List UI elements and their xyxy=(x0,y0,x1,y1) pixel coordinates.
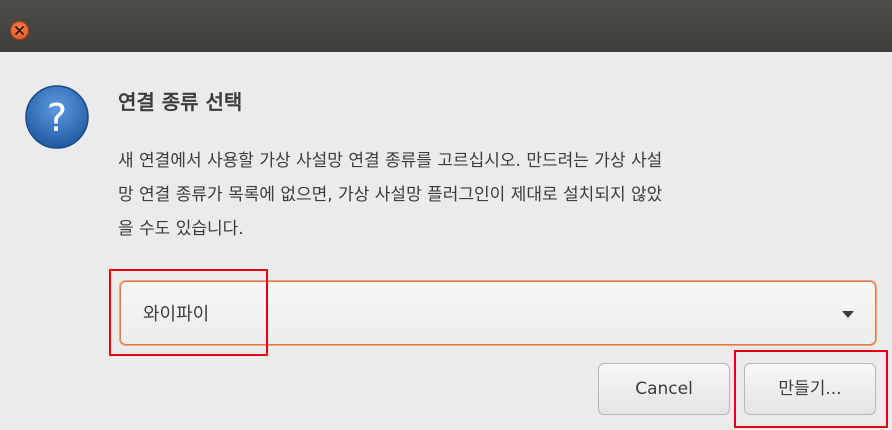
description-line: 새 연결에서 사용할 가상 사설망 연결 종류를 고르십시오. 만드려는 가상 … xyxy=(118,151,663,171)
chevron-down-icon xyxy=(842,311,854,318)
description-line: 을 수도 있습니다. xyxy=(118,219,244,239)
connection-type-select[interactable]: 와이파이 xyxy=(120,281,876,345)
description-line: 망 연결 종류가 목록에 없으면, 가상 사설망 플러그인이 제대로 설치되지 … xyxy=(118,185,663,205)
close-button[interactable] xyxy=(10,21,29,40)
cancel-button[interactable]: Cancel xyxy=(598,363,730,415)
connection-type-value: 와이파이 xyxy=(143,304,210,325)
create-button[interactable]: 만들기... xyxy=(744,363,876,415)
dialog-description: 새 연결에서 사용할 가상 사설망 연결 종류를 고르십시오. 만드려는 가상 … xyxy=(118,144,888,246)
svg-text:?: ? xyxy=(47,96,67,140)
titlebar xyxy=(0,0,892,52)
dialog-window: ? 연결 종류 선택 새 연결에서 사용할 가상 사설망 연결 종류를 고르십시… xyxy=(0,0,892,430)
question-icon: ? xyxy=(25,85,89,149)
close-icon xyxy=(15,26,24,35)
dialog-heading: 연결 종류 선택 xyxy=(118,90,243,114)
